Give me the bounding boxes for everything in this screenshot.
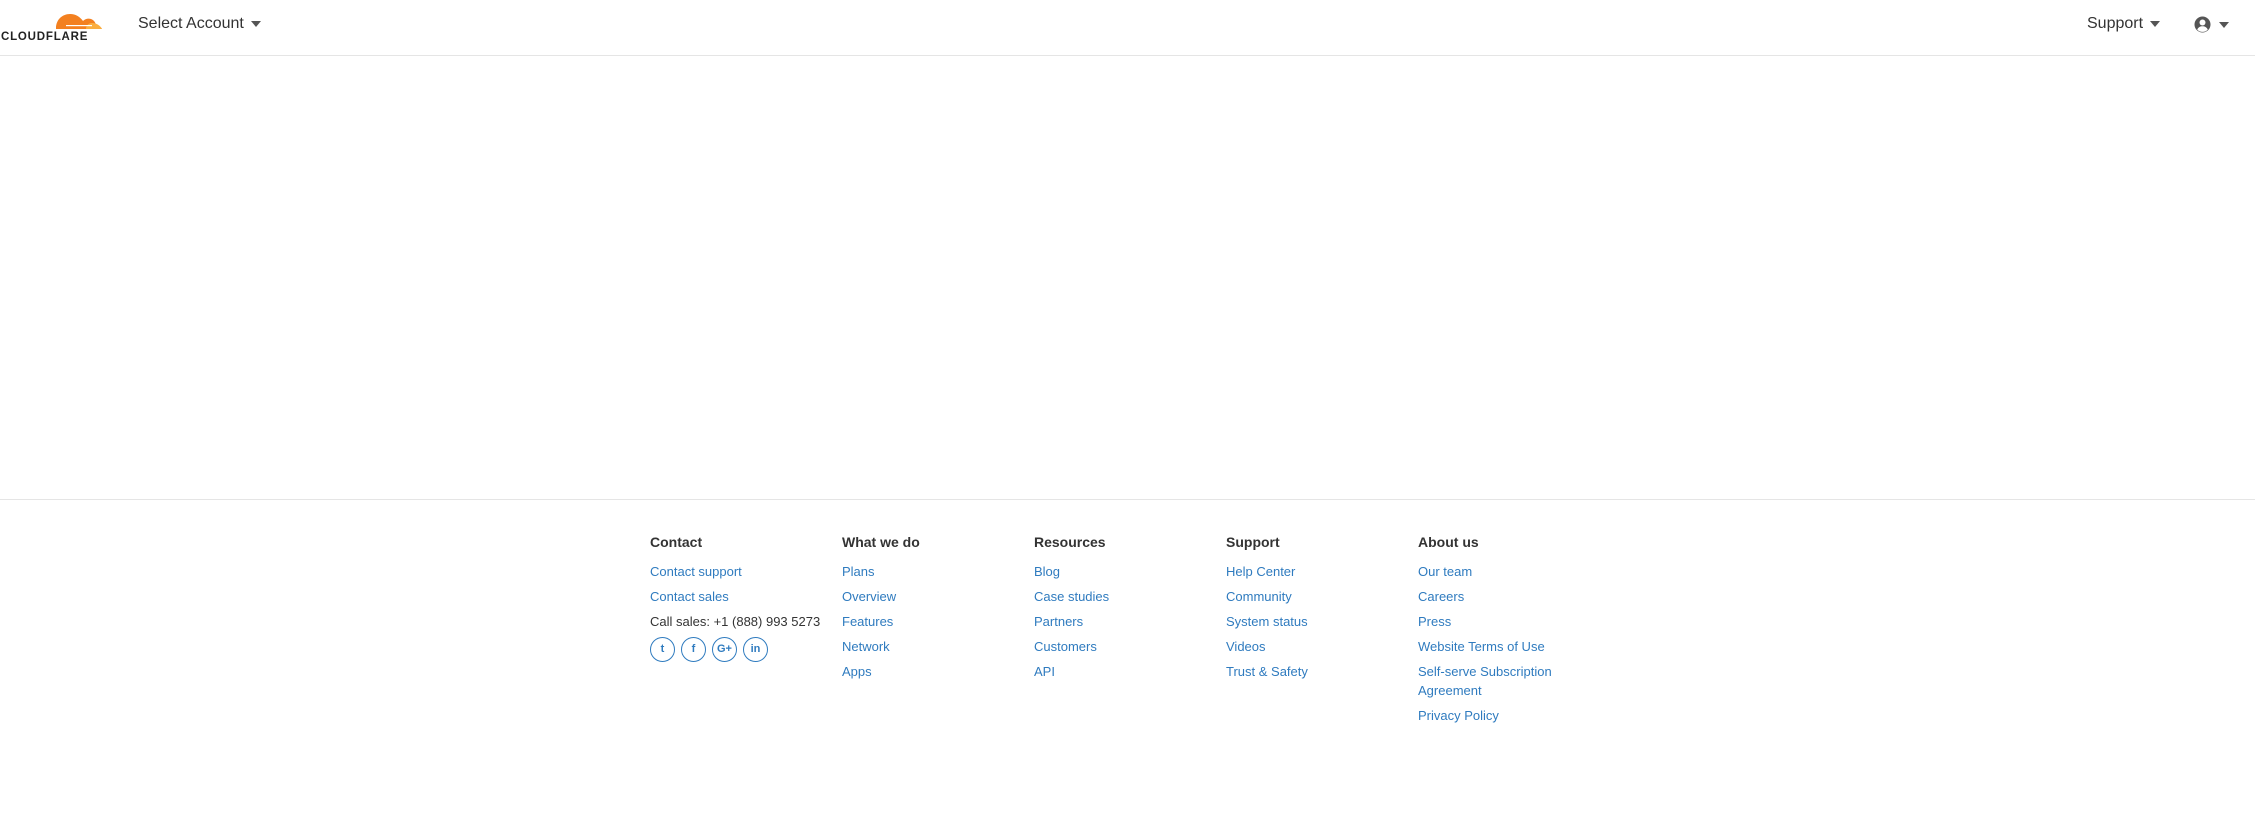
- trust-safety-link[interactable]: Trust & Safety: [1226, 664, 1308, 679]
- overview-link[interactable]: Overview: [842, 589, 896, 604]
- case-studies-link[interactable]: Case studies: [1034, 589, 1109, 604]
- careers-link[interactable]: Careers: [1418, 589, 1464, 604]
- footer-column-what-we-do: What we do Plans Overview Features Netwo…: [842, 534, 1032, 687]
- plans-link[interactable]: Plans: [842, 564, 875, 579]
- privacy-policy-link[interactable]: Privacy Policy: [1418, 708, 1499, 723]
- footer-heading: Contact: [650, 534, 703, 550]
- community-link[interactable]: Community: [1226, 589, 1292, 604]
- social-links: t f G+ in: [650, 637, 840, 662]
- user-menu-dropdown[interactable]: [2194, 16, 2229, 33]
- apps-link[interactable]: Apps: [842, 664, 872, 679]
- support-label: Support: [2087, 15, 2144, 32]
- user-avatar-icon: [2194, 16, 2211, 33]
- cloudflare-logo[interactable]: CLOUDFLARE: [0, 6, 104, 46]
- top-navigation-bar: CLOUDFLARE Select Account Support: [0, 0, 2255, 56]
- footer-column-about-us: About us Our team Careers Press Website …: [1418, 534, 1588, 731]
- select-account-label: Select Account: [138, 15, 244, 32]
- chevron-down-icon: [250, 21, 261, 27]
- press-link[interactable]: Press: [1418, 614, 1451, 629]
- features-link[interactable]: Features: [842, 614, 893, 629]
- call-sales-text: Call sales: +1 (888) 993 5273: [650, 614, 821, 629]
- api-link[interactable]: API: [1034, 664, 1055, 679]
- network-link[interactable]: Network: [842, 639, 890, 654]
- subscription-agreement-link[interactable]: Self-serve Subscription Agreement: [1418, 664, 1552, 698]
- support-dropdown[interactable]: Support: [2087, 15, 2161, 33]
- linkedin-icon[interactable]: in: [743, 637, 768, 662]
- help-center-link[interactable]: Help Center: [1226, 564, 1295, 579]
- footer-column-contact: Contact Contact support Contact sales Ca…: [650, 534, 840, 662]
- contact-support-link[interactable]: Contact support: [650, 564, 742, 579]
- customers-link[interactable]: Customers: [1034, 639, 1097, 654]
- site-footer: Contact Contact support Contact sales Ca…: [0, 499, 2255, 833]
- website-terms-link[interactable]: Website Terms of Use: [1418, 639, 1545, 654]
- chevron-down-icon: [2150, 21, 2161, 27]
- videos-link[interactable]: Videos: [1226, 639, 1266, 654]
- footer-heading: Support: [1226, 534, 1280, 550]
- contact-sales-link[interactable]: Contact sales: [650, 589, 729, 604]
- google-plus-icon[interactable]: G+: [712, 637, 737, 662]
- our-team-link[interactable]: Our team: [1418, 564, 1472, 579]
- blog-link[interactable]: Blog: [1034, 564, 1060, 579]
- chevron-down-icon: [2219, 21, 2229, 28]
- logo-wordmark: CLOUDFLARE: [1, 31, 89, 43]
- footer-heading: About us: [1418, 534, 1479, 550]
- select-account-dropdown[interactable]: Select Account: [138, 15, 261, 33]
- partners-link[interactable]: Partners: [1034, 614, 1083, 629]
- facebook-icon[interactable]: f: [681, 637, 706, 662]
- footer-column-support: Support Help Center Community System sta…: [1226, 534, 1416, 687]
- system-status-link[interactable]: System status: [1226, 614, 1308, 629]
- footer-heading: What we do: [842, 534, 920, 550]
- footer-column-resources: Resources Blog Case studies Partners Cus…: [1034, 534, 1224, 687]
- twitter-icon[interactable]: t: [650, 637, 675, 662]
- footer-heading: Resources: [1034, 534, 1106, 550]
